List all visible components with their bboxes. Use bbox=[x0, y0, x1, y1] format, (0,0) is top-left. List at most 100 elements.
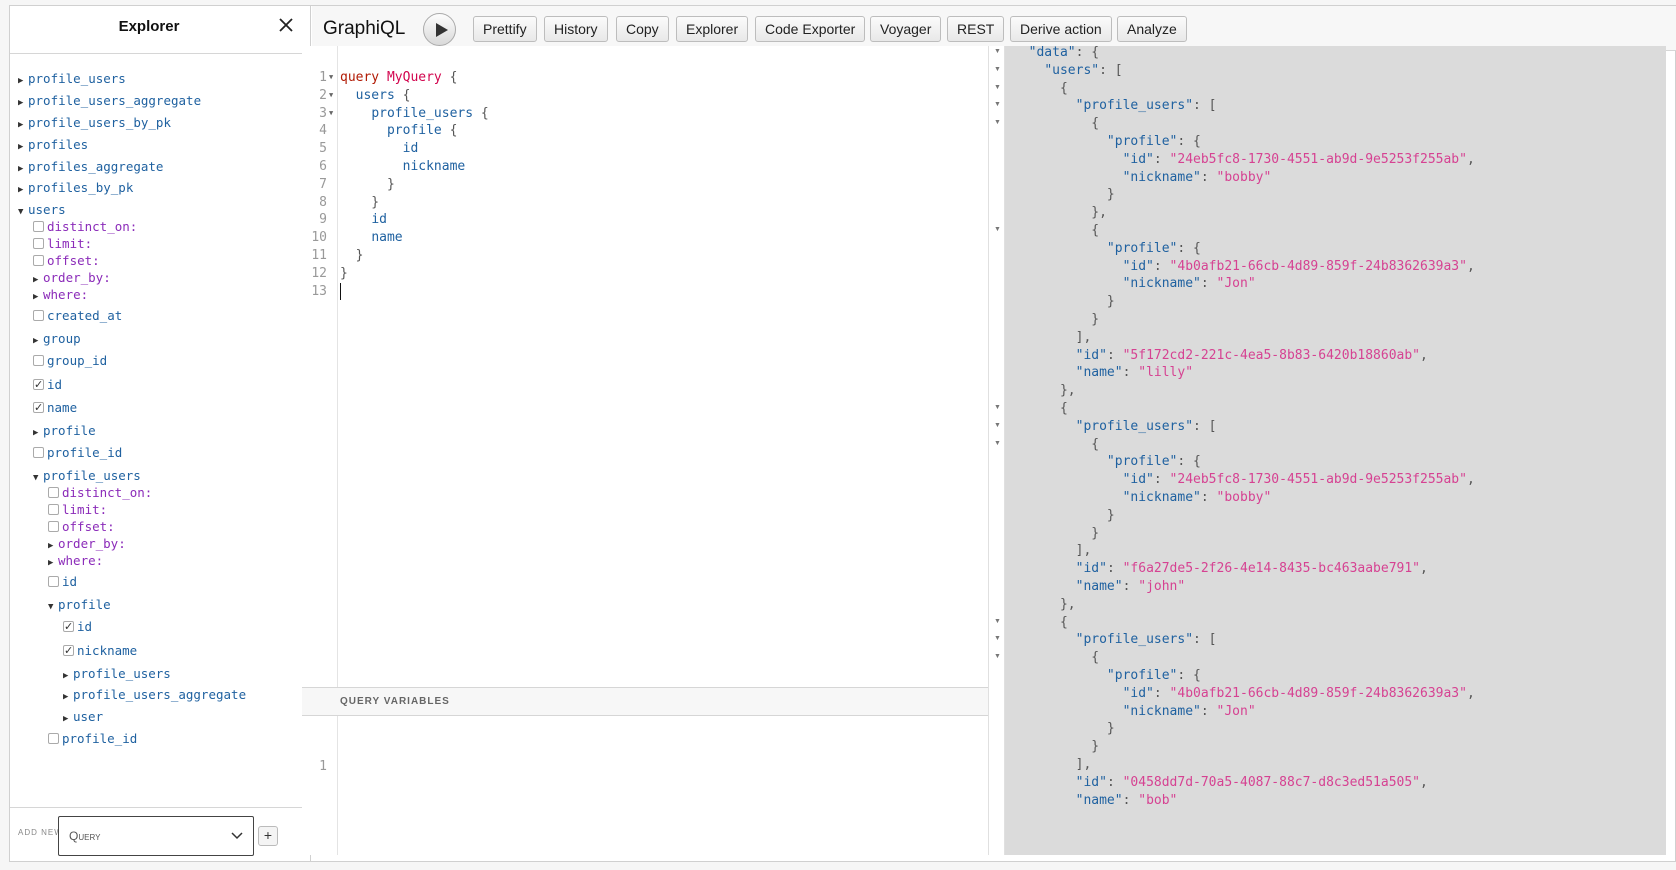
fold-arrow-icon[interactable]: ▼ bbox=[994, 422, 1001, 429]
query-variables-editor[interactable]: 1 bbox=[302, 716, 988, 855]
result-line: "name": "john" bbox=[1013, 578, 1186, 596]
tree-item-group[interactable]: ▶ group bbox=[33, 330, 81, 348]
result-token bbox=[1013, 259, 1123, 274]
tree-item-id[interactable]: id bbox=[63, 618, 92, 636]
fold-arrow-icon[interactable]: ▼ bbox=[994, 84, 1001, 91]
tree-item-created-at[interactable]: created_at bbox=[33, 307, 122, 325]
tree-item-profile-users-aggregate[interactable]: ▶ profile_users_aggregate bbox=[63, 686, 246, 704]
fold-arrow-icon[interactable]: ▼ bbox=[994, 66, 1001, 73]
execute-query-button[interactable] bbox=[423, 13, 456, 46]
tree-item-group-id[interactable]: group_id bbox=[33, 352, 107, 370]
caret-right-icon[interactable]: ▶ bbox=[18, 138, 28, 156]
caret-right-icon[interactable]: ▶ bbox=[33, 332, 43, 350]
tree-item-user[interactable]: ▶ user bbox=[63, 708, 103, 726]
caret-right-icon[interactable]: ▶ bbox=[33, 288, 43, 306]
fold-arrow-icon[interactable]: ▼ bbox=[994, 101, 1001, 108]
fold-arrow-icon[interactable]: ▼ bbox=[994, 404, 1001, 411]
checkbox[interactable] bbox=[33, 447, 44, 458]
checkbox[interactable] bbox=[33, 255, 44, 266]
query-editor[interactable]: 1 ▼ query MyQuery {2 ▼ users {3 ▼ profile_us… bbox=[302, 46, 988, 687]
tree-item-id[interactable]: id bbox=[33, 376, 62, 394]
tree-item-where[interactable]: ▶ where: bbox=[48, 552, 103, 570]
checkbox[interactable] bbox=[33, 355, 44, 366]
voyager-button[interactable]: Voyager bbox=[870, 16, 942, 42]
tree-item-id[interactable]: id bbox=[48, 573, 77, 591]
explorer-button[interactable]: Explorer bbox=[676, 16, 749, 42]
derive-action-button[interactable]: Derive action bbox=[1010, 16, 1112, 42]
caret-right-icon[interactable]: ▶ bbox=[18, 72, 28, 90]
tree-item-profile-id[interactable]: profile_id bbox=[33, 444, 122, 462]
prettify-button[interactable]: Prettify bbox=[473, 16, 537, 42]
tree-item-where[interactable]: ▶ where: bbox=[33, 286, 88, 304]
caret-down-icon[interactable]: ▼ bbox=[18, 203, 28, 221]
caret-right-icon[interactable]: ▶ bbox=[63, 710, 73, 728]
tree-item-order-by[interactable]: ▶ order_by: bbox=[48, 535, 126, 553]
caret-right-icon[interactable]: ▶ bbox=[63, 667, 73, 685]
tree-item-limit[interactable]: limit: bbox=[33, 235, 92, 253]
checkbox[interactable] bbox=[48, 487, 59, 498]
tree-item-distinct-on[interactable]: distinct_on: bbox=[48, 484, 152, 502]
tree-item-profiles-aggregate[interactable]: ▶ profiles_aggregate bbox=[18, 158, 163, 176]
checkbox[interactable] bbox=[48, 504, 59, 515]
fold-arrow-icon[interactable]: ▼ bbox=[329, 86, 333, 105]
fold-arrow-icon[interactable]: ▼ bbox=[994, 48, 1001, 55]
fold-arrow-icon[interactable]: ▼ bbox=[994, 653, 1001, 660]
tree-item-profile-users[interactable]: ▶ profile_users bbox=[63, 665, 171, 683]
tree-item-users[interactable]: ▼ users bbox=[18, 201, 66, 219]
caret-right-icon[interactable]: ▶ bbox=[18, 181, 28, 199]
add-operation-button[interactable]: + bbox=[258, 826, 278, 846]
checkbox-checked[interactable] bbox=[33, 399, 44, 417]
fold-arrow-icon[interactable]: ▼ bbox=[329, 68, 333, 87]
history-button[interactable]: History bbox=[544, 16, 608, 42]
tree-item-limit[interactable]: limit: bbox=[48, 501, 107, 519]
tree-item-order-by[interactable]: ▶ order_by: bbox=[33, 269, 111, 287]
checkbox-checked[interactable] bbox=[63, 642, 74, 660]
tree-item-profiles[interactable]: ▶ profiles bbox=[18, 136, 88, 154]
checkbox[interactable] bbox=[48, 733, 59, 744]
close-icon[interactable] bbox=[276, 15, 296, 35]
tree-item-profile-users[interactable]: ▶ profile_users bbox=[18, 70, 126, 88]
tree-item-distinct-on[interactable]: distinct_on: bbox=[33, 218, 137, 236]
tree-item-profile-users[interactable]: ▼ profile_users bbox=[33, 467, 141, 485]
tree-item-profile-users-aggregate[interactable]: ▶ profile_users_aggregate bbox=[18, 92, 201, 110]
fold-arrow-icon[interactable]: ▼ bbox=[994, 618, 1001, 625]
fold-arrow-icon[interactable]: ▼ bbox=[329, 104, 333, 123]
fold-arrow-icon[interactable]: ▼ bbox=[994, 440, 1001, 447]
checkbox[interactable] bbox=[33, 238, 44, 249]
caret-right-icon[interactable]: ▶ bbox=[18, 116, 28, 134]
checkbox-checked[interactable] bbox=[33, 376, 44, 394]
copy-button[interactable]: Copy bbox=[616, 16, 669, 42]
caret-right-icon[interactable]: ▶ bbox=[63, 688, 73, 706]
fold-arrow-icon[interactable]: ▼ bbox=[994, 635, 1001, 642]
tree-item-name[interactable]: name bbox=[33, 399, 77, 417]
rest-button[interactable]: REST bbox=[947, 16, 1005, 42]
checkbox-checked[interactable] bbox=[63, 618, 74, 636]
caret-down-icon[interactable]: ▼ bbox=[48, 598, 58, 616]
tree-item-offset[interactable]: offset: bbox=[48, 518, 115, 536]
tree-item-profile-id[interactable]: profile_id bbox=[48, 730, 137, 748]
tree-item-label: distinct_on: bbox=[47, 219, 138, 234]
fold-arrow-icon[interactable]: ▼ bbox=[994, 226, 1001, 233]
checkbox[interactable] bbox=[48, 576, 59, 587]
query-variables-header[interactable]: QUERY VARIABLES bbox=[302, 687, 988, 716]
checkbox[interactable] bbox=[33, 221, 44, 232]
tree-item-profile[interactable]: ▼ profile bbox=[48, 596, 111, 614]
operation-type-select[interactable]: Query bbox=[58, 816, 254, 856]
caret-down-icon[interactable]: ▼ bbox=[33, 469, 43, 487]
caret-right-icon[interactable]: ▶ bbox=[18, 160, 28, 178]
tree-item-profile[interactable]: ▶ profile bbox=[33, 422, 96, 440]
caret-right-icon[interactable]: ▶ bbox=[18, 94, 28, 112]
checkbox[interactable] bbox=[33, 310, 44, 321]
checkbox[interactable] bbox=[48, 521, 59, 532]
tree-item-profiles-by-pk[interactable]: ▶ profiles_by_pk bbox=[18, 179, 133, 197]
fold-arrow-icon[interactable]: ▼ bbox=[994, 119, 1001, 126]
tree-item-offset[interactable]: offset: bbox=[33, 252, 100, 270]
caret-right-icon[interactable]: ▶ bbox=[33, 424, 43, 442]
caret-right-icon[interactable]: ▶ bbox=[48, 554, 58, 572]
result-token: } bbox=[1013, 721, 1115, 737]
code-exporter-button[interactable]: Code Exporter bbox=[755, 16, 866, 42]
analyze-button[interactable]: Analyze bbox=[1117, 16, 1187, 42]
tree-item-nickname[interactable]: nickname bbox=[63, 642, 137, 660]
variables-line: 1 bbox=[302, 738, 333, 774]
tree-item-profile-users-by-pk[interactable]: ▶ profile_users_by_pk bbox=[18, 114, 171, 132]
